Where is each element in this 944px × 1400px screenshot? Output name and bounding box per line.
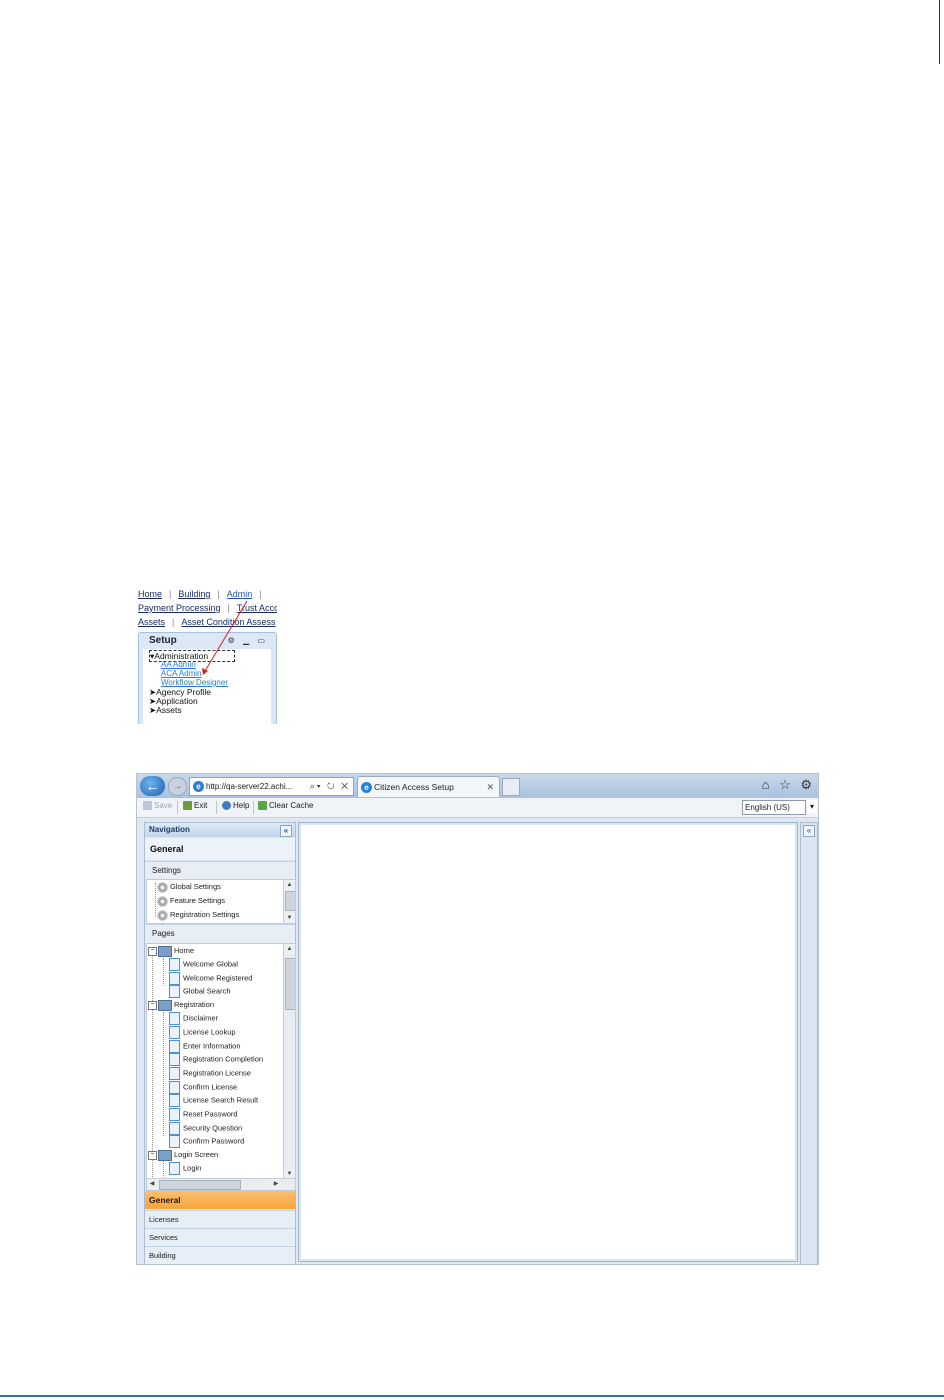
tree-folder-home[interactable]: − Home — [148, 945, 194, 957]
gear-icon — [157, 895, 168, 907]
collapse-icon: − — [148, 946, 157, 956]
help-button[interactable]: Help — [222, 801, 249, 811]
folder-icon — [158, 945, 172, 957]
address-controls-icon[interactable]: ⌕▾ ↻ ✕ — [310, 778, 350, 795]
admin-menu-screenshot: Home | Building | Admin | Payment Processing |… — [137, 587, 277, 724]
pages-scrollbar[interactable]: ▲ ▼ — [283, 944, 295, 1179]
page-icon — [169, 1122, 180, 1135]
page-icon — [169, 1012, 180, 1025]
new-tab-button[interactable] — [502, 778, 520, 796]
gear-icon — [157, 909, 168, 921]
settings-scrollbar[interactable]: ▲ ▼ — [283, 880, 295, 923]
tree-page[interactable]: Welcome Global — [169, 958, 238, 971]
browser-screenshot: ← → e http://qa-server22.achi... ⌕▾ ↻ ✕ e… — [136, 773, 819, 1265]
scroll-up-icon[interactable]: ▲ — [284, 944, 295, 954]
annotation-arrow — [202, 600, 248, 675]
ie-icon: e — [193, 781, 204, 793]
right-panel-collapsed: « — [800, 822, 818, 1264]
page-icon — [169, 1053, 180, 1066]
language-select[interactable]: English (US) — [742, 800, 806, 815]
tree-page[interactable]: Confirm License — [169, 1081, 237, 1094]
page-icon — [169, 1067, 180, 1080]
page-edge-line — [939, 0, 940, 64]
scroll-left-icon[interactable]: ◀ — [147, 1179, 157, 1189]
content-area — [298, 822, 798, 1262]
page-icon — [169, 1040, 180, 1053]
tree-page[interactable]: Login — [169, 1162, 201, 1175]
tree-page[interactable]: Registration Completion — [169, 1053, 263, 1066]
tree-page[interactable]: Security Question — [169, 1122, 242, 1135]
collapse-icon: − — [148, 1150, 157, 1160]
page-icon — [169, 1094, 180, 1107]
pages-tree: − Home Welcome Global Welcome Registered … — [146, 943, 296, 1191]
tab-citizen-access-setup[interactable]: e Citizen Access Setup ✕ — [357, 776, 500, 797]
navigation-header: Navigation « — [145, 823, 295, 837]
page-icon — [169, 1135, 180, 1148]
scroll-right-icon[interactable]: ▶ — [271, 1179, 281, 1189]
page-icon — [169, 1162, 180, 1175]
browser-titlebar: ← → e http://qa-server22.achi... ⌕▾ ↻ ✕ e… — [137, 774, 818, 798]
help-icon — [222, 801, 231, 811]
settings-item[interactable]: Registration Settings — [157, 909, 239, 921]
tree-page[interactable]: Registration License — [169, 1067, 251, 1080]
forward-arrow-icon[interactable]: → — [168, 777, 187, 796]
settings-section-label[interactable]: Settings — [145, 861, 295, 880]
tree-page[interactable]: Global Search — [169, 985, 231, 998]
save-button[interactable]: Save — [143, 801, 172, 811]
collapse-icon: − — [148, 1000, 157, 1010]
module-tab-licenses[interactable]: Licenses — [145, 1210, 295, 1229]
settings-item[interactable]: Global Settings — [157, 881, 221, 893]
address-bar[interactable]: e http://qa-server22.achi... ⌕▾ ↻ ✕ — [189, 777, 354, 796]
save-icon — [143, 801, 152, 811]
tree-page[interactable]: Welcome Registered — [169, 972, 252, 985]
refresh-icon — [258, 801, 267, 811]
tree-folder-registration[interactable]: − Registration — [148, 999, 214, 1011]
page-icon — [169, 1108, 180, 1121]
navigation-panel: Navigation « General Settings Global Set… — [144, 822, 296, 1264]
exit-icon — [183, 801, 192, 811]
tree-page[interactable]: Confirm Password — [169, 1135, 244, 1148]
clear-cache-button[interactable]: Clear Cache — [258, 801, 313, 811]
tree-page[interactable]: License Lookup — [169, 1026, 236, 1039]
tree-page[interactable]: Disclaimer — [169, 1012, 218, 1025]
page-icon — [169, 972, 180, 985]
tree-page[interactable]: Enter Information — [169, 1040, 241, 1053]
back-arrow-icon[interactable]: ← — [140, 776, 165, 796]
tab-title: Citizen Access Setup — [374, 782, 454, 792]
module-tab-general[interactable]: General — [145, 1191, 295, 1209]
gear-icon — [157, 881, 168, 893]
settings-list: Global Settings Feature Settings Registr… — [146, 879, 296, 924]
page-icon — [169, 985, 180, 998]
scroll-up-icon[interactable]: ▲ — [284, 880, 295, 890]
pages-section-label[interactable]: Pages — [145, 924, 295, 943]
page-footer-line — [0, 1395, 944, 1397]
settings-item[interactable]: Feature Settings — [157, 895, 225, 907]
ie-icon: e — [361, 782, 372, 794]
pages-horizontal-scrollbar[interactable]: ◀ ▶ — [147, 1178, 295, 1190]
browser-tools-icon[interactable]: ⌂ ☆ ⚙ — [762, 777, 815, 793]
page-icon — [169, 958, 180, 971]
tree-page[interactable]: Reset Password — [169, 1108, 238, 1121]
tree-page[interactable]: License Search Result — [169, 1094, 258, 1107]
scroll-down-icon[interactable]: ▼ — [284, 913, 295, 923]
module-title: General — [145, 838, 295, 860]
folder-icon — [158, 999, 172, 1011]
module-tab-building[interactable]: Building — [145, 1246, 295, 1264]
module-tab-services[interactable]: Services — [145, 1228, 295, 1247]
expand-panel-icon[interactable]: « — [803, 825, 815, 837]
exit-button[interactable]: Exit — [183, 801, 207, 811]
collapse-left-icon[interactable]: « — [280, 825, 292, 837]
address-text: http://qa-server22.achi... — [206, 782, 293, 791]
tree-folder-login-screen[interactable]: − Login Screen — [148, 1149, 218, 1161]
chevron-down-icon[interactable]: ▾ — [807, 800, 817, 813]
page-icon — [169, 1081, 180, 1094]
folder-icon — [158, 1149, 172, 1161]
close-icon[interactable]: ✕ — [486, 777, 494, 797]
page-icon — [169, 1026, 180, 1039]
app-toolbar: Save Exit Help Clear Cache English (US) … — [137, 798, 818, 818]
